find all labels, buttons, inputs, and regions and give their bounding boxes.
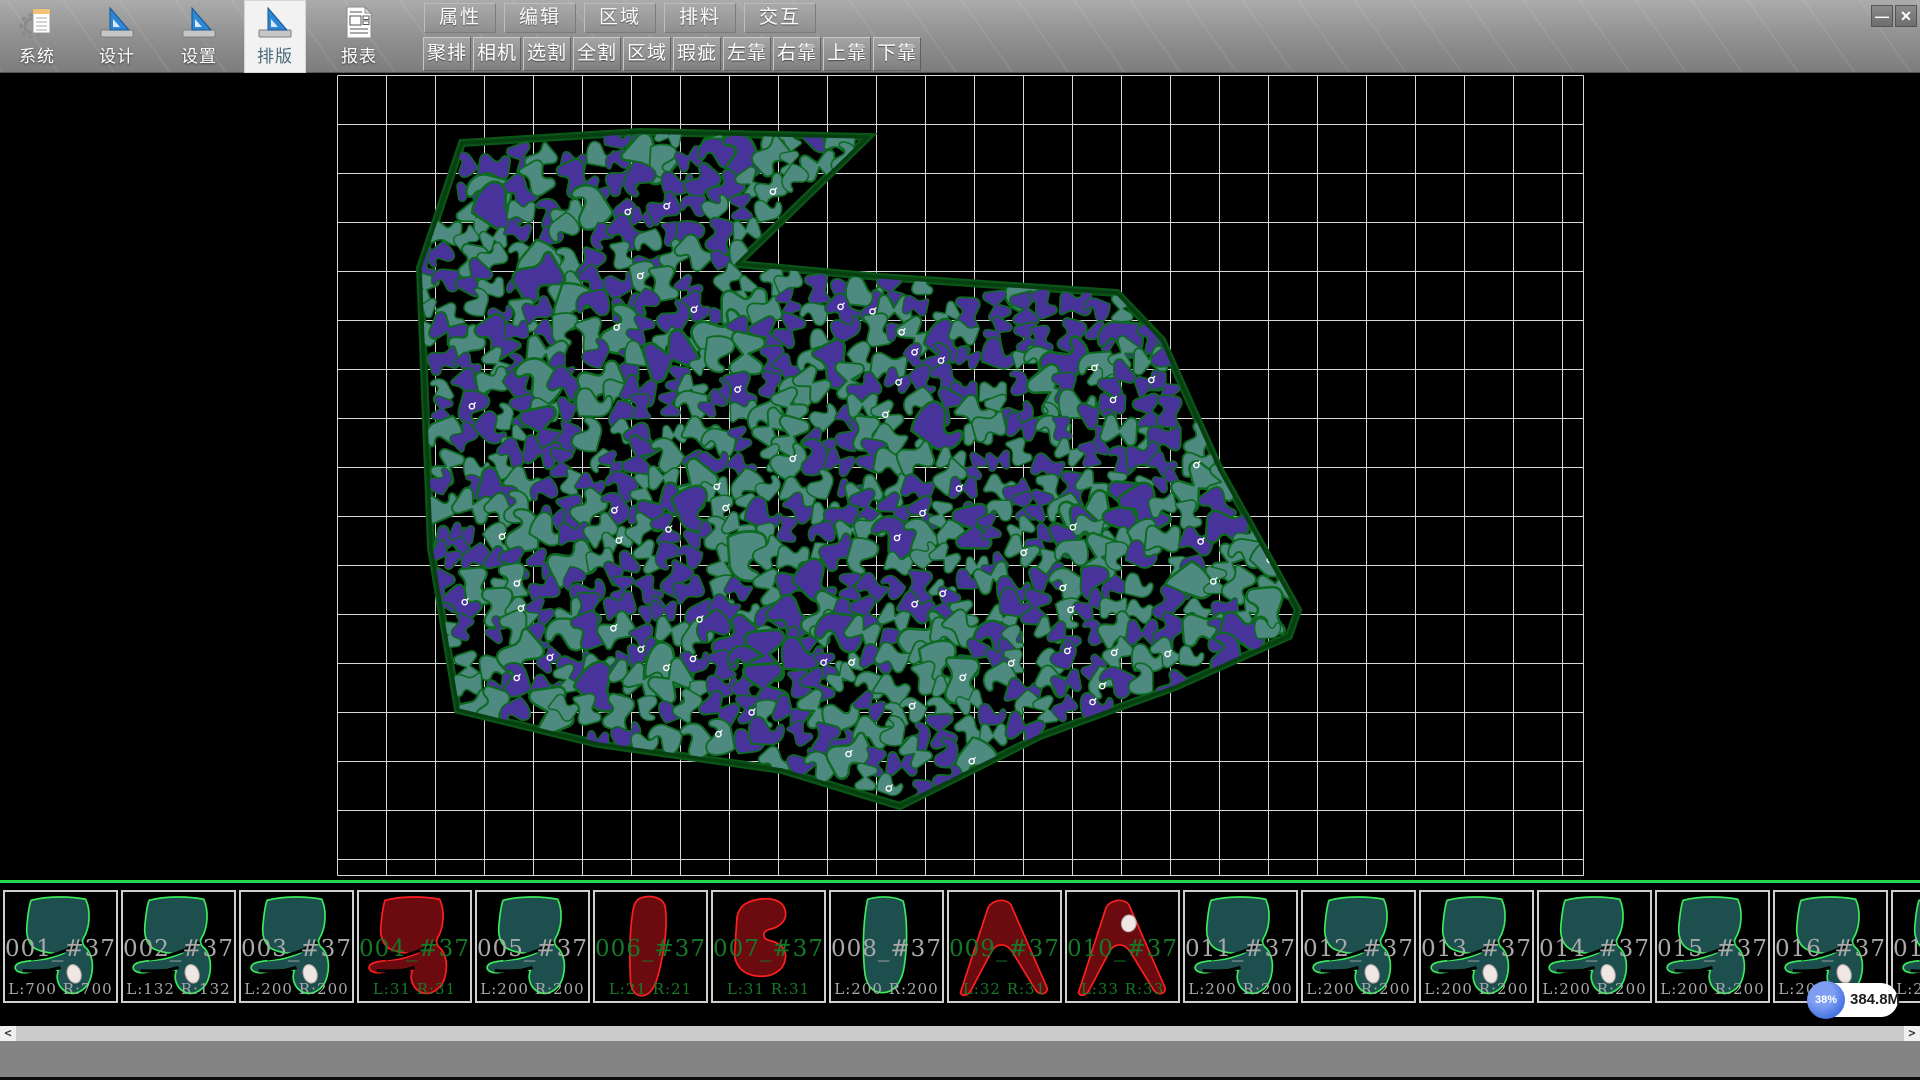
main-button-4[interactable]: 排版 — [244, 0, 306, 73]
piece-id-label: 011_#37 — [1185, 936, 1296, 962]
tool-button-8[interactable]: 右靠 — [773, 37, 821, 71]
tool-button-7[interactable]: 左靠 — [723, 37, 771, 71]
thumbnail-cell-015_#37[interactable]: 015_#37 L:200 R:200 — [1655, 890, 1770, 1003]
thumbnail-cell-010_#37[interactable]: 010_#37 L:33 R:33 — [1065, 890, 1180, 1003]
main-button-label: 设计 — [88, 42, 146, 67]
piece-id-label: 009_#37 — [949, 936, 1060, 962]
nested-pieces-group — [406, 113, 1297, 808]
piece-lr-count-label: L:200 R:200 — [831, 980, 942, 998]
nesting-canvas[interactable] — [0, 73, 1920, 880]
main-button-3[interactable]: 设置 — [170, 0, 228, 73]
thumbnail-cell-012_#37[interactable]: 012_#37 L:200 R:200 — [1301, 890, 1416, 1003]
layout-ruler-icon — [256, 4, 294, 42]
thumbnail-cell-008_#37[interactable]: 008_#37 L:200 R:200 — [829, 890, 944, 1003]
memory-usage-badge: 38% 384.8M — [1810, 983, 1898, 1017]
tool-button-6[interactable]: 瑕疵 — [673, 37, 721, 71]
strip-separator-line-1 — [0, 880, 1920, 883]
progress-percent-badge: 38% — [1807, 981, 1845, 1019]
piece-lr-count-label: L:33 R:33 — [1067, 980, 1178, 998]
piece-lr-count-label: L:200 R:200 — [1539, 980, 1650, 998]
piece-lr-count-label: L:31 R:31 — [359, 980, 470, 998]
piece-lr-count-label: L:31 R:31 — [713, 980, 824, 998]
piece-id-label: 014_#37 — [1539, 936, 1650, 962]
piece-id-label: 012_#37 — [1303, 936, 1414, 962]
piece-id-label: 007_#37 — [713, 936, 824, 962]
tool-button-9[interactable]: 上靠 — [823, 37, 871, 71]
scroll-left-arrow-icon[interactable]: < — [0, 1026, 16, 1041]
main-button-label: 报表 — [328, 42, 390, 67]
report-doc-icon — [340, 4, 378, 42]
design-ruler-icon — [98, 4, 136, 42]
piece-id-label: 005_#37 — [477, 936, 588, 962]
piece-id-label: 016_#37 — [1775, 936, 1886, 962]
piece-lr-count-label: L:200 R:200 — [1657, 980, 1768, 998]
piece-id-label: 006_#37 — [595, 936, 706, 962]
tool-button-2[interactable]: 相机 — [473, 37, 521, 71]
main-button-label: 系统 — [8, 42, 66, 67]
tool-button-5[interactable]: 区域 — [623, 37, 671, 71]
thumbnail-cell-001_#37[interactable]: 001_#37 L:700 R:700 — [3, 890, 118, 1003]
close-button[interactable]: ✕ — [1895, 5, 1917, 27]
piece-id-label: 017_#37 — [1893, 936, 1920, 962]
menu-tab-2[interactable]: 编辑 — [504, 3, 576, 33]
main-button-2[interactable]: 设计 — [88, 0, 146, 73]
thumbnail-cell-003_#37[interactable]: 003_#37 L:200 R:200 — [239, 890, 354, 1003]
tool-button-10[interactable]: 下靠 — [873, 37, 921, 71]
main-button-label: 设置 — [170, 42, 228, 67]
application-window: 系统设计设置排版报表 属性编辑区域排料交互 聚排相机选割全割区域瑕疵左靠右靠上靠… — [0, 0, 1920, 1080]
piece-id-label: 013_#37 — [1421, 936, 1532, 962]
thumbnail-cell-013_#37[interactable]: 013_#37 L:200 R:200 — [1419, 890, 1534, 1003]
memory-value-label: 384.8M — [1850, 991, 1900, 1008]
piece-lr-count-label: L:132 R:132 — [123, 980, 234, 998]
thumbnail-cell-004_#37[interactable]: 004_#37 L:31 R:31 — [357, 890, 472, 1003]
menu-tab-5[interactable]: 交互 — [744, 3, 816, 33]
thumbnail-cell-014_#37[interactable]: 014_#37 L:200 R:200 — [1537, 890, 1652, 1003]
thumbnail-cell-017_#37[interactable]: 017_#37L:200 R:200 — [1891, 890, 1920, 1003]
main-button-label: 排版 — [244, 42, 306, 67]
tool-button-4[interactable]: 全割 — [573, 37, 621, 71]
settings-ruler-icon — [180, 4, 218, 42]
horizontal-scrollbar[interactable]: < > — [0, 1026, 1920, 1041]
thumbnail-cell-007_#37[interactable]: 007_#37 L:31 R:31 — [711, 890, 826, 1003]
piece-id-label: 003_#37 — [241, 936, 352, 962]
thumbnail-cell-002_#37[interactable]: 002_#37 L:132 R:132 — [121, 890, 236, 1003]
main-button-1[interactable]: 系统 — [8, 0, 66, 73]
thumbnail-cell-006_#37[interactable]: 006_#37 L:21 R:21 — [593, 890, 708, 1003]
piece-id-label: 008_#37 — [831, 936, 942, 962]
tool-button-1[interactable]: 聚排 — [423, 37, 471, 71]
main-button-5[interactable]: 报表 — [328, 0, 390, 73]
thumbnail-cell-009_#37[interactable]: 009_#37 L:32 R:31 — [947, 890, 1062, 1003]
menu-tab-4[interactable]: 排料 — [664, 3, 736, 33]
piece-id-label: 002_#37 — [123, 936, 234, 962]
system-gear-icon — [18, 4, 56, 42]
minimize-button[interactable]: — — [1871, 5, 1893, 27]
piece-lr-count-label: L:200 R:200 — [477, 980, 588, 998]
thumbnail-cell-005_#37[interactable]: 005_#37 L:200 R:200 — [475, 890, 590, 1003]
piece-id-label: 004_#37 — [359, 936, 470, 962]
tool-button-3[interactable]: 选割 — [523, 37, 571, 71]
thumbnail-cell-011_#37[interactable]: 011_#37 L:200 R:200 — [1183, 890, 1298, 1003]
toolbar-header: 系统设计设置排版报表 属性编辑区域排料交互 聚排相机选割全割区域瑕疵左靠右靠上靠… — [0, 0, 1920, 73]
piece-id-label: 015_#37 — [1657, 936, 1768, 962]
piece-lr-count-label: L:200 R:200 — [1185, 980, 1296, 998]
piece-lr-count-label: L:32 R:31 — [949, 980, 1060, 998]
piece-id-label: 001_#37 — [5, 936, 116, 962]
piece-id-label: 010_#37 — [1067, 936, 1178, 962]
scroll-right-arrow-icon[interactable]: > — [1904, 1026, 1920, 1041]
piece-lr-count-label: L:200 R:200 — [1421, 980, 1532, 998]
nesting-layout-view — [0, 73, 1920, 880]
menu-tab-1[interactable]: 属性 — [424, 3, 496, 33]
piece-lr-count-label: L:200 R:200 — [241, 980, 352, 998]
piece-lr-count-label: L:21 R:21 — [595, 980, 706, 998]
menu-tab-3[interactable]: 区域 — [584, 3, 656, 33]
piece-thumbnail-strip: 001_#37 L:700 R:700 002_#37 L:132 R:132 003_… — [0, 884, 1920, 1026]
piece-lr-count-label: L:200 R:200 — [1303, 980, 1414, 998]
status-bar — [0, 1041, 1920, 1077]
piece-lr-count-label: L:700 R:700 — [5, 980, 116, 998]
